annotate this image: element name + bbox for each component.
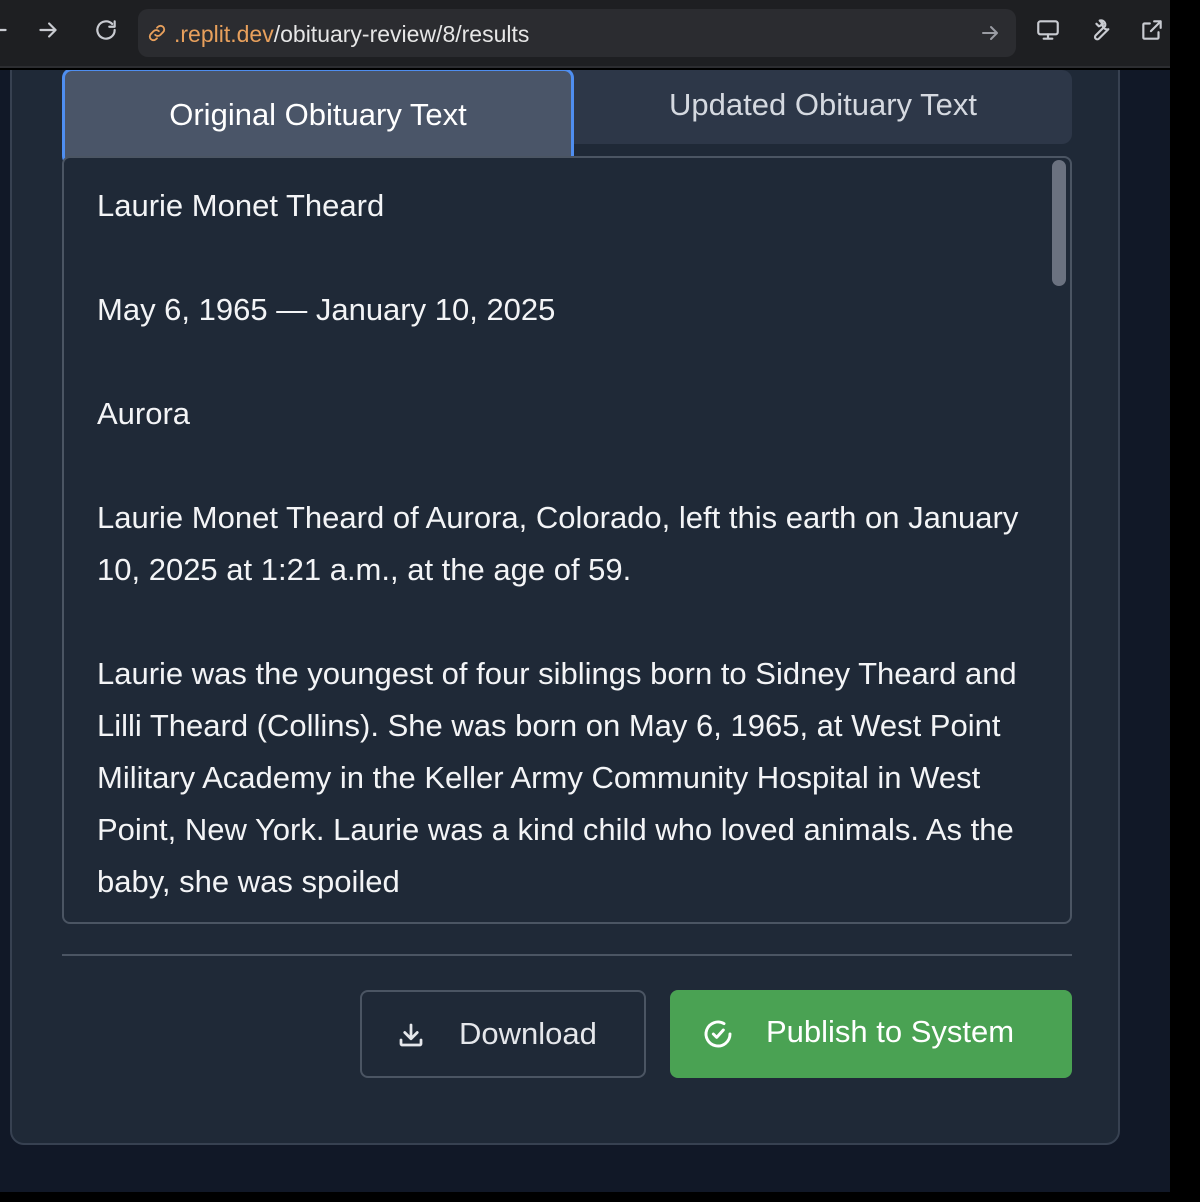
tab-original-text[interactable]: Original Obituary Text [62,70,574,166]
text-tabs: Original Obituary Text Updated Obituary … [62,70,1072,166]
obituary-card: Original Obituary Text Updated Obituary … [10,70,1120,1145]
obituary-content: Laurie Monet Theard May 6, 1965 — Januar… [97,180,1027,922]
obituary-paragraph: Laurie Monet Theard of Aurora, Colorado,… [97,500,1019,587]
link-icon [146,22,168,44]
check-circle-icon [702,1018,734,1050]
obituary-location: Aurora [97,396,191,431]
open-external-icon[interactable] [1136,14,1168,46]
download-label: Download [459,1016,597,1051]
back-icon[interactable] [0,14,14,46]
download-icon [396,1020,426,1050]
wrench-icon[interactable] [1084,14,1116,46]
publish-button[interactable]: Publish to System [670,990,1072,1078]
tab-updated-label: Updated Obituary Text [669,87,977,122]
window-bottom-edge [0,1192,1170,1202]
tab-original-label: Original Obituary Text [169,97,467,132]
obituary-text-area[interactable]: Laurie Monet Theard May 6, 1965 — Januar… [62,156,1072,924]
obituary-name: Laurie Monet Theard [97,188,385,223]
text-scrollbar[interactable] [1052,160,1066,286]
go-arrow-icon[interactable] [978,21,1002,45]
reload-icon[interactable] [90,14,122,46]
obituary-dates: May 6, 1965 — January 10, 2025 [97,292,556,327]
tab-updated-text[interactable]: Updated Obituary Text [574,70,1072,144]
browser-toolbar: .replit.dev/obituary-review/8/results [0,0,1170,68]
publish-label: Publish to System [766,1014,1015,1049]
url-domain: .replit.dev [174,21,274,47]
monitor-icon[interactable] [1032,14,1064,46]
url-path: /obituary-review/8/results [273,21,530,47]
divider [62,954,1072,956]
page-viewport: Original Obituary Text Updated Obituary … [0,70,1170,1192]
forward-icon[interactable] [32,14,64,46]
window-edge [1170,0,1200,1202]
url-text: .replit.dev/obituary-review/8/results [174,21,529,48]
address-bar[interactable]: .replit.dev/obituary-review/8/results [138,9,1016,57]
obituary-paragraph: Laurie was the youngest of four siblings… [97,656,1017,899]
download-button[interactable]: Download [360,990,646,1078]
